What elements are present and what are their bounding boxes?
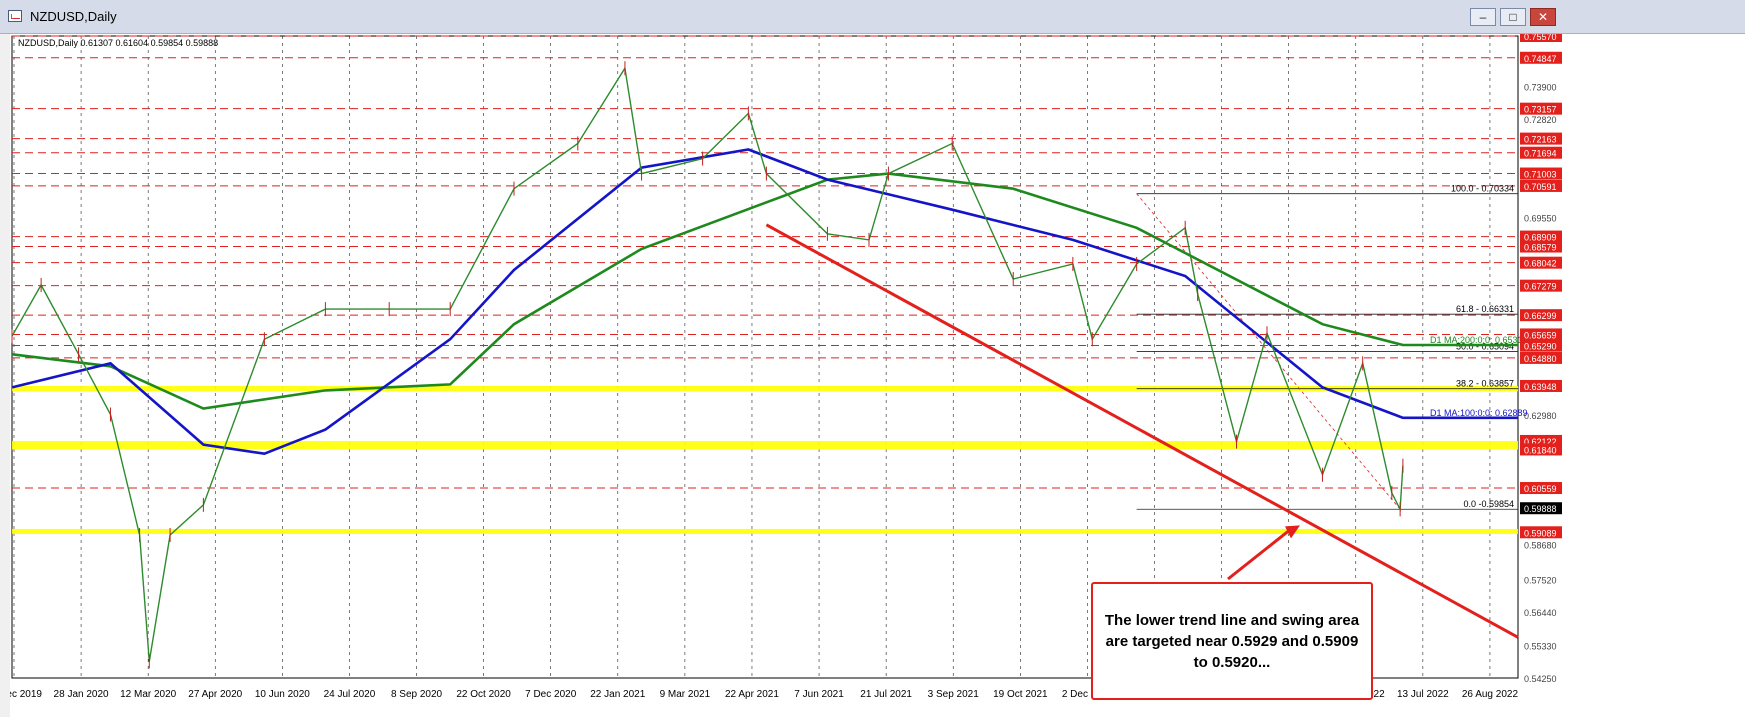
minimize-icon: – (1479, 10, 1487, 24)
maximize-icon: □ (1509, 10, 1517, 24)
minimize-button[interactable]: – (1470, 8, 1496, 26)
price-tag-label: 0.60559 (1524, 484, 1557, 494)
price-tag-label: 0.71694 (1524, 149, 1557, 159)
fib-label: 38.2 - 0.63857 (1456, 379, 1514, 389)
y-tick-label: 0.55330 (1524, 641, 1557, 651)
price-tag-label: 0.65290 (1524, 342, 1557, 352)
x-tick-label: 22 Apr 2021 (725, 689, 779, 700)
support-zone (12, 440, 1518, 450)
x-tick-label: 28 Jan 2020 (54, 689, 109, 700)
price-tag-label: 0.66299 (1524, 311, 1557, 321)
y-tick-label: 0.54250 (1524, 674, 1557, 684)
price-chart[interactable]: 11 Dec 2019 28 Jan 2020 12 Mar 2020 27 Apr … (10, 34, 1745, 717)
x-tick-label: 26 Aug 2022 (1462, 689, 1519, 700)
y-tick-label: 0.62980 (1524, 411, 1557, 421)
x-tick-label: 24 Jul 2020 (324, 689, 376, 700)
fib-label: 61.8 - 0.66331 (1456, 304, 1514, 314)
y-tick-label: 0.58680 (1524, 541, 1557, 551)
x-tick-label: 13 Jul 2022 (1397, 689, 1449, 700)
price-tag-label: 0.59089 (1524, 528, 1557, 538)
window-titlebar: NZDUSD,Daily – □ ✕ (0, 0, 1745, 34)
price-tag-label: 0.75570 (1524, 34, 1557, 42)
symbol-info: NZDUSD,Daily 0.61307 0.61604 0.59854 0.5… (18, 38, 218, 48)
price-tag-label: 0.71003 (1524, 170, 1557, 180)
x-tick-label: 12 Mar 2020 (120, 689, 177, 700)
close-button[interactable]: ✕ (1530, 8, 1556, 26)
x-tick-label: 10 Jun 2020 (255, 689, 310, 700)
x-tick-label: 21 Jul 2021 (860, 689, 912, 700)
x-tick-label: 7 Jun 2021 (794, 689, 844, 700)
price-tag-label: 0.63948 (1524, 382, 1557, 392)
price-tag-label: 0.68042 (1524, 259, 1557, 269)
x-tick-label: 27 Apr 2020 (188, 689, 242, 700)
chart-window-icon (8, 10, 22, 22)
fib-label: 0.0 -0.59854 (1463, 499, 1514, 509)
y-tick-label: 0.69550 (1524, 213, 1557, 223)
y-tick-label: 0.72820 (1524, 115, 1557, 125)
price-tag-label: 0.68579 (1524, 243, 1557, 253)
x-tick-label: 7 Dec 2020 (525, 689, 577, 700)
price-tag-label: 0.73157 (1524, 105, 1557, 115)
chart-area[interactable]: 11 Dec 2019 28 Jan 2020 12 Mar 2020 27 Apr … (10, 34, 1745, 717)
price-tag-label: 0.74847 (1524, 54, 1557, 64)
price-tag-label: 0.65659 (1524, 330, 1557, 340)
price-tag-label: 0.67279 (1524, 282, 1557, 292)
ma200-label: D1 MA:200:0:0: 0.65311 (1430, 335, 1527, 345)
x-tick-label: 8 Sep 2020 (391, 689, 443, 700)
price-tag-label: 0.70591 (1524, 182, 1557, 192)
x-tick-label: 19 Oct 2021 (993, 689, 1048, 700)
current-price-label: 0.59888 (1524, 504, 1557, 514)
price-tag-label: 0.61840 (1524, 445, 1557, 455)
close-icon: ✕ (1537, 10, 1549, 24)
x-tick-label: 3 Sep 2021 (928, 689, 980, 700)
annotation-box: The lower trend line and swing area are … (1091, 582, 1373, 700)
x-tick-label: 22 Jan 2021 (590, 689, 645, 700)
window-title: NZDUSD,Daily (30, 9, 117, 24)
maximize-button[interactable]: □ (1500, 8, 1526, 26)
y-tick-label: 0.56440 (1524, 608, 1557, 618)
price-tag-label: 0.72163 (1524, 135, 1557, 145)
price-tag-label: 0.64880 (1524, 354, 1557, 364)
fib-label: 100.0 - 0.70334 (1451, 184, 1514, 194)
y-tick-label: 0.57520 (1524, 576, 1557, 586)
x-tick-label: 9 Mar 2021 (660, 689, 711, 700)
y-tick-label: 0.73900 (1524, 82, 1557, 92)
ma100-label: D1 MA:100:0:0: 0.62889 (1430, 408, 1528, 418)
annotation-text: The lower trend line and swing area are … (1104, 611, 1360, 671)
x-tick-label: 22 Oct 2020 (456, 689, 511, 700)
x-tick-label: 11 Dec 2019 (10, 689, 42, 700)
